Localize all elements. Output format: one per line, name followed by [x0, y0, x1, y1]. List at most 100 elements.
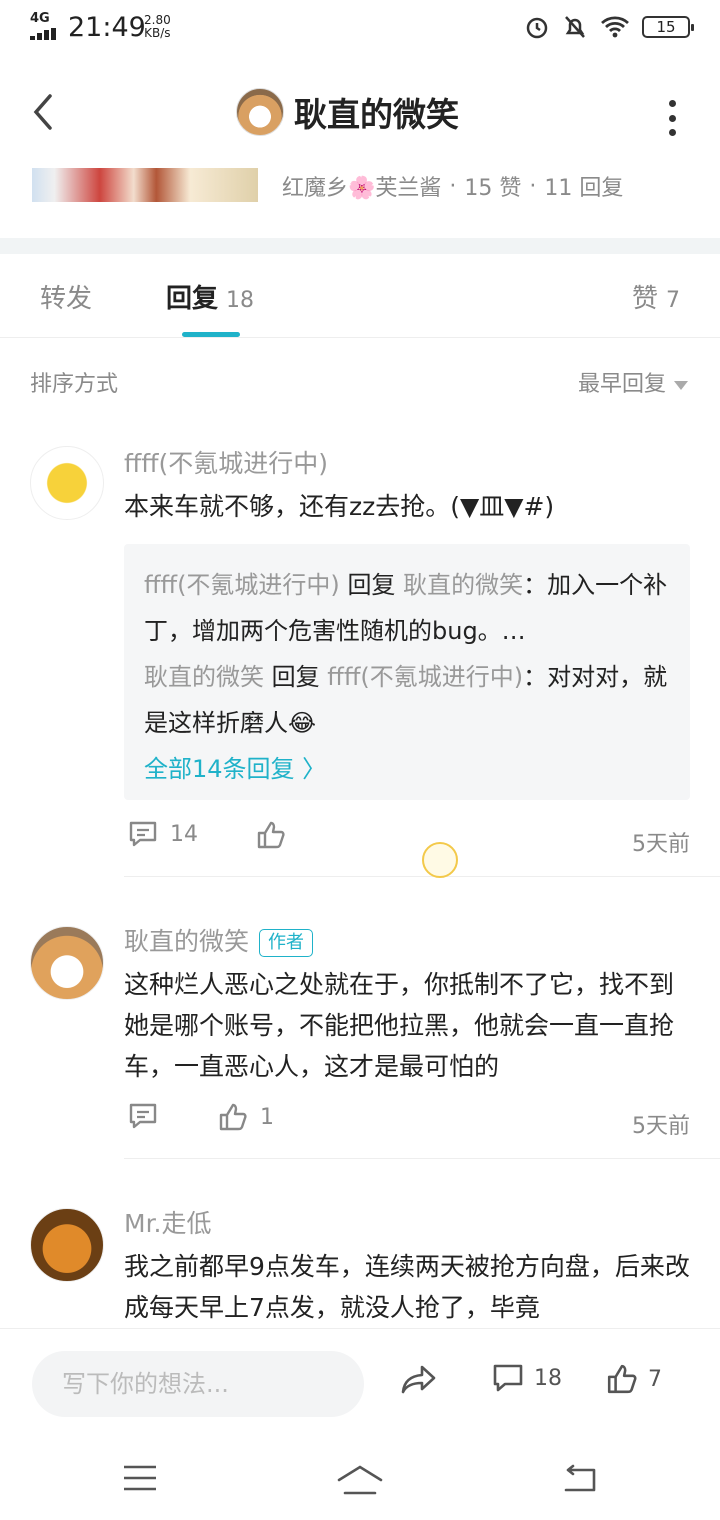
mute-bell-icon — [565, 16, 585, 38]
clock: 21:49 — [68, 12, 146, 43]
like-button[interactable] — [256, 820, 298, 850]
net-speed: 2.80 KB/s — [144, 14, 171, 40]
comments-button[interactable]: 18 — [492, 1363, 562, 1393]
comment-icon — [493, 1364, 523, 1392]
dot-icon — [668, 100, 676, 107]
like-button[interactable]: 1 — [218, 1102, 274, 1132]
back-button[interactable] — [28, 92, 68, 132]
tab-replies[interactable]: 回复 18 — [166, 278, 254, 315]
comments-count: 18 — [534, 1365, 562, 1391]
signal-icon — [30, 28, 62, 40]
sort-label: 排序方式 — [30, 372, 119, 397]
tab-forward[interactable]: 转发 — [40, 278, 92, 315]
divider — [124, 876, 720, 877]
home-icon — [337, 1465, 383, 1495]
thumbs-up-icon — [257, 821, 285, 849]
wifi-icon — [601, 16, 629, 38]
sub-reply-from[interactable]: ffff(不氪城进行中) — [144, 571, 340, 599]
section-divider — [0, 238, 720, 254]
menu-icon — [124, 1465, 156, 1491]
comment-input[interactable]: 写下你的想法... — [32, 1351, 364, 1417]
tab-bar: 转发 回复 18 赞7 — [0, 254, 720, 338]
meta-dot: · — [529, 173, 537, 199]
thumbs-up-icon — [219, 1103, 247, 1131]
reply-button[interactable] — [128, 1102, 170, 1130]
comment-actions: 1 5天前 — [124, 1102, 690, 1142]
bottom-action-bar: 写下你的想法... 18 7 — [0, 1328, 720, 1438]
comment-icon — [129, 821, 157, 847]
meta-likes: 15 赞 — [464, 176, 522, 201]
tab-count: 18 — [226, 288, 255, 313]
sub-replies-box[interactable]: ffff(不氪城进行中) 回复 耿直的微笑：加入一个补丁，增加两个危害性随机的b… — [124, 544, 690, 800]
home-button[interactable] — [336, 1464, 384, 1496]
title-wrap[interactable]: 耿直的微笑 — [236, 88, 459, 136]
dropdown-arrow-icon — [674, 380, 688, 390]
share-icon — [401, 1365, 436, 1394]
sub-reply[interactable]: 耿直的微笑 回复 ffff(不氪城进行中)：对对对，就是这样折磨人😂 — [144, 654, 670, 746]
avatar[interactable] — [30, 446, 104, 520]
likers-banner-image[interactable] — [32, 168, 258, 202]
sort-dropdown[interactable]: 最早回复 — [578, 366, 688, 398]
meta-replies: 11 回复 — [544, 176, 624, 201]
likes-count: 7 — [648, 1366, 662, 1392]
comment-time: 5天前 — [632, 832, 690, 857]
sub-reply-verb: 回复 — [271, 663, 320, 691]
tab-label: 赞 — [632, 284, 659, 314]
avatar[interactable] — [30, 1208, 104, 1282]
system-nav-bar — [0, 1440, 720, 1520]
comment-author[interactable]: ffff(不氪城进行中) — [124, 444, 328, 480]
status-bar: 4G 21:49 2.80 KB/s 15 — [0, 0, 720, 56]
author-avatar[interactable] — [236, 88, 284, 136]
sub-reply-verb: 回复 — [347, 571, 396, 599]
menu-button[interactable] — [122, 1464, 158, 1492]
comment-time: 5天前 — [632, 1114, 690, 1139]
tab-likes[interactable]: 赞7 — [632, 278, 680, 315]
comment-actions: 14 5天前 — [124, 820, 690, 860]
chevron-left-icon — [33, 94, 52, 130]
touch-indicator — [422, 842, 458, 878]
share-button[interactable] — [400, 1363, 438, 1395]
meta-users[interactable]: 红魔乡🌸芙兰酱 — [282, 170, 441, 202]
sub-reply-to[interactable]: ffff(不氪城进行中) — [327, 663, 523, 691]
reply-button[interactable]: 14 — [128, 820, 198, 848]
page-title: 耿直的微笑 — [294, 95, 459, 134]
back-nav-button[interactable] — [560, 1464, 598, 1494]
comment-author[interactable]: 耿直的微笑 — [124, 927, 249, 956]
author-badge: 作者 — [259, 929, 314, 957]
battery-icon: 15 — [642, 16, 694, 38]
network-type: 4G — [30, 11, 50, 26]
net-speed-unit: KB/s — [144, 26, 171, 40]
return-icon — [564, 1464, 596, 1492]
alarm-icon — [526, 17, 548, 39]
comment-text: 这种烂人恶心之处就在于，你抵制不了它，找不到她是哪个账号，不能把他拉黑，他就会一… — [124, 970, 675, 1081]
meta-dot: · — [449, 173, 457, 199]
thumbs-up-icon — [607, 1364, 637, 1394]
comment-icon — [129, 1103, 157, 1129]
avatar[interactable] — [30, 926, 104, 1000]
dot-icon — [668, 129, 676, 136]
post-meta: 红魔乡🌸芙兰酱 · 15 赞 · 11 回复 — [282, 170, 623, 202]
post-header: 耿直的微笑 红魔乡🌸芙兰酱 · 15 赞 · 11 回复 — [0, 60, 720, 240]
like-count: 1 — [260, 1104, 274, 1130]
comment-item: Mr.走低 我之前都早9点发车，连续两天被抢方向盘，后来改成每天早上7点发，就没… — [0, 1200, 720, 1328]
comment-text: 我之前都早9点发车，连续两天被抢方向盘，后来改成每天早上7点发，就没人抢了，毕竟 — [124, 1252, 690, 1322]
status-icons: 15 — [524, 14, 694, 40]
like-post-button[interactable]: 7 — [606, 1363, 662, 1395]
comment-author[interactable]: Mr.走低 — [124, 1204, 212, 1240]
tab-count: 7 — [666, 288, 681, 313]
comment-author-wrap: 耿直的微笑 作者 — [124, 922, 314, 958]
sub-reply[interactable]: ffff(不氪城进行中) 回复 耿直的微笑：加入一个补丁，增加两个危害性随机的b… — [144, 562, 670, 654]
all-replies-link[interactable]: 全部14条回复 〉 — [144, 746, 670, 792]
comment-text: 本来车就不够，还有zz去抢。(▼皿▼#) — [124, 492, 555, 521]
tab-label: 回复 — [166, 284, 219, 314]
tab-label: 转发 — [40, 284, 93, 314]
sub-reply-from[interactable]: 耿直的微笑 — [144, 663, 264, 691]
dot-icon — [668, 114, 676, 122]
sort-row: 排序方式 最早回复 — [0, 356, 720, 404]
divider — [124, 1158, 720, 1159]
active-tab-indicator — [182, 332, 240, 337]
sort-value: 最早回复 — [577, 372, 666, 397]
reply-count: 14 — [170, 821, 198, 847]
sub-reply-to[interactable]: 耿直的微笑 — [403, 571, 523, 599]
more-button[interactable] — [664, 100, 680, 136]
